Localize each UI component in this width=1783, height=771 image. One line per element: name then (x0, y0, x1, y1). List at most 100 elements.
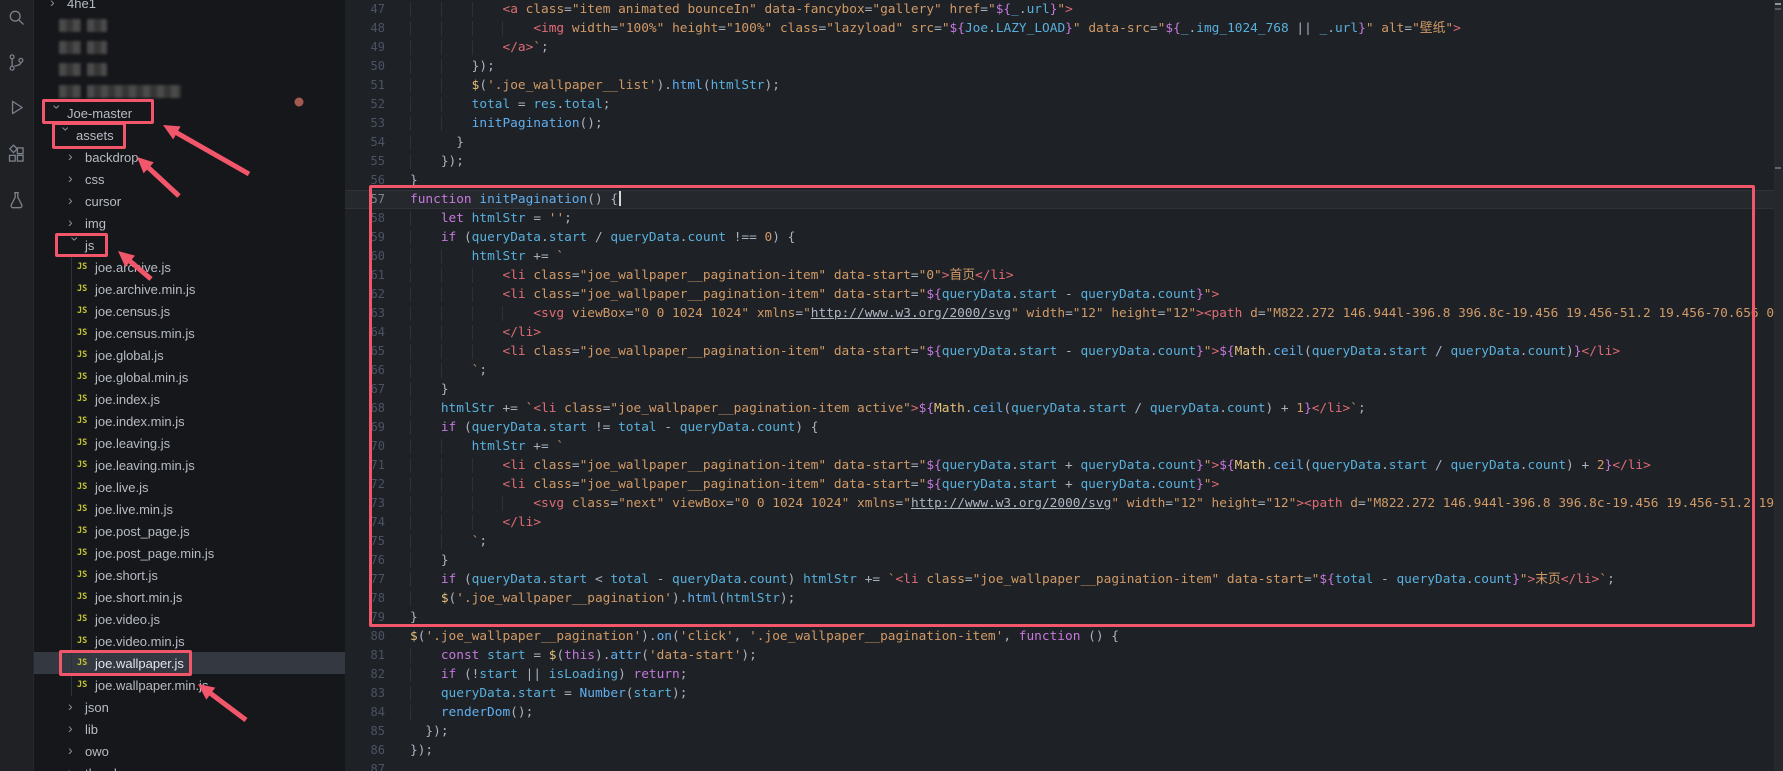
tree-item-css[interactable]: ›css (33, 168, 345, 190)
run-and-debug-icon[interactable] (0, 92, 33, 122)
code-line-73[interactable]: 73 <svg class="next" viewBox="0 0 1024 1… (345, 494, 1774, 513)
code-line-54[interactable]: 54 } (345, 133, 1774, 152)
code-text: queryData.start = Number(start); (385, 684, 687, 703)
tree-item-joe-live-js[interactable]: JSjoe.live.js (33, 476, 345, 498)
code-line-71[interactable]: 71 <li class="joe_wallpaper__pagination-… (345, 456, 1774, 475)
tree-item-lib[interactable]: ›lib (33, 718, 345, 740)
tree-item-joe-index-min-js[interactable]: JSjoe.index.min.js (33, 410, 345, 432)
tree-item-censored[interactable] (33, 80, 345, 102)
source-control-icon[interactable] (0, 47, 33, 77)
code-line-81[interactable]: 81 const start = $(this).attr('data-star… (345, 646, 1774, 665)
tree-item-joe-leaving-min-js[interactable]: JSjoe.leaving.min.js (33, 454, 345, 476)
tree-item-js[interactable]: ›js (33, 234, 345, 256)
code-text: <svg class="next" viewBox="0 0 1024 1024… (385, 494, 1774, 513)
tree-item-joe-archive-min-js[interactable]: JSjoe.archive.min.js (33, 278, 345, 300)
search-icon[interactable] (0, 2, 33, 32)
tree-item-joe-index-js[interactable]: JSjoe.index.js (33, 388, 345, 410)
tree-item-joe-archive-js[interactable]: JSjoe.archive.js (33, 256, 345, 278)
tree-item-joe-video-js[interactable]: JSjoe.video.js (33, 608, 345, 630)
code-line-60[interactable]: 60 htmlStr += ` (345, 247, 1774, 266)
code-line-74[interactable]: 74 </li> (345, 513, 1774, 532)
code-line-63[interactable]: 63 <svg viewBox="0 0 1024 1024" xmlns="h… (345, 304, 1774, 323)
tree-item-img[interactable]: ›img (33, 212, 345, 234)
minimap-mark (1775, 3, 1781, 5)
code-line-76[interactable]: 76 } (345, 551, 1774, 570)
editor-scrollbar[interactable] (1774, 0, 1783, 771)
code-line-59[interactable]: 59 if (queryData.start / queryData.count… (345, 228, 1774, 247)
tree-item-joe-leaving-js[interactable]: JSjoe.leaving.js (33, 432, 345, 454)
tree-item-joe-short-js[interactable]: JSjoe.short.js (33, 564, 345, 586)
text-cursor (619, 191, 621, 206)
line-number: 47 (345, 0, 385, 19)
tree-item-joe-global-min-js[interactable]: JSjoe.global.min.js (33, 366, 345, 388)
code-line-66[interactable]: 66 `; (345, 361, 1774, 380)
code-line-77[interactable]: 77 if (queryData.start < total - queryDa… (345, 570, 1774, 589)
tree-item-backdrop[interactable]: ›backdrop (33, 146, 345, 168)
code-text: } (385, 171, 418, 190)
extensions-icon[interactable] (0, 139, 33, 169)
code-line-67[interactable]: 67 } (345, 380, 1774, 399)
tree-item-label: lib (83, 722, 98, 737)
tree-item-json[interactable]: ›json (33, 696, 345, 718)
code-line-84[interactable]: 84 renderDom(); (345, 703, 1774, 722)
tree-item-owo[interactable]: ›owo (33, 740, 345, 762)
code-line-68[interactable]: 68 htmlStr += `<li class="joe_wallpaper_… (345, 399, 1774, 418)
tree-item-censored[interactable] (33, 58, 345, 80)
code-line-78[interactable]: 78 $('.joe_wallpaper__pagination').html(… (345, 589, 1774, 608)
code-line-65[interactable]: 65 <li class="joe_wallpaper__pagination-… (345, 342, 1774, 361)
code-line-52[interactable]: 52 total = res.total; (345, 95, 1774, 114)
javascript-file-icon: JS (77, 482, 93, 492)
explorer-sidebar[interactable]: ›4he1 ›Joe-master›assets›backdrop›css›cur… (33, 0, 345, 771)
tree-item-assets[interactable]: ›assets (33, 124, 345, 146)
tree-item-joe-live-min-js[interactable]: JSjoe.live.min.js (33, 498, 345, 520)
tree-item-joe-census-min-js[interactable]: JSjoe.census.min.js (33, 322, 345, 344)
vscode-window: ›4he1 ›Joe-master›assets›backdrop›css›cur… (0, 0, 1783, 771)
code-line-50[interactable]: 50 }); (345, 57, 1774, 76)
line-number: 71 (345, 456, 385, 475)
tree-item-thumb[interactable]: ›thumb (33, 762, 345, 771)
code-line-61[interactable]: 61 <li class="joe_wallpaper__pagination-… (345, 266, 1774, 285)
code-line-53[interactable]: 53 initPagination(); (345, 114, 1774, 133)
tree-item-Joe-master[interactable]: ›Joe-master (33, 102, 345, 124)
javascript-file-icon: JS (77, 262, 93, 272)
code-line-49[interactable]: 49 </a>`; (345, 38, 1774, 57)
code-line-75[interactable]: 75 `; (345, 532, 1774, 551)
tree-item-label: joe.index.js (93, 392, 160, 407)
code-line-56[interactable]: 56} (345, 171, 1774, 190)
tree-item-joe-short-min-js[interactable]: JSjoe.short.min.js (33, 586, 345, 608)
code-line-72[interactable]: 72 <li class="joe_wallpaper__pagination-… (345, 475, 1774, 494)
tree-item-censored[interactable] (33, 14, 345, 36)
search-icon (6, 7, 27, 28)
tree-item-joe-video-min-js[interactable]: JSjoe.video.min.js (33, 630, 345, 652)
tree-item-label: joe.leaving.min.js (93, 458, 195, 473)
tree-item-joe-post_page-js[interactable]: JSjoe.post_page.js (33, 520, 345, 542)
code-editor[interactable]: 47 <a class="item animated bounceIn" dat… (345, 0, 1774, 771)
code-line-82[interactable]: 82 if (!start || isLoading) return; (345, 665, 1774, 684)
code-line-70[interactable]: 70 htmlStr += ` (345, 437, 1774, 456)
code-line-79[interactable]: 79} (345, 608, 1774, 627)
code-line-80[interactable]: 80$('.joe_wallpaper__pagination').on('cl… (345, 627, 1774, 646)
code-line-69[interactable]: 69 if (queryData.start != total - queryD… (345, 418, 1774, 437)
code-line-57[interactable]: 57function initPagination() { (345, 190, 1774, 209)
code-line-55[interactable]: 55 }); (345, 152, 1774, 171)
tree-item-joe-wallpaper-js[interactable]: JSjoe.wallpaper.js (33, 652, 345, 674)
code-line-86[interactable]: 86}); (345, 741, 1774, 760)
code-line-58[interactable]: 58 let htmlStr = ''; (345, 209, 1774, 228)
tree-item-joe-census-js[interactable]: JSjoe.census.js (33, 300, 345, 322)
tree-item-censored[interactable] (33, 36, 345, 58)
code-line-85[interactable]: 85 }); (345, 722, 1774, 741)
code-line-87[interactable]: 87 (345, 760, 1774, 771)
tree-item-4he1[interactable]: ›4he1 (33, 0, 345, 14)
code-line-62[interactable]: 62 <li class="joe_wallpaper__pagination-… (345, 285, 1774, 304)
testing-icon[interactable] (0, 185, 33, 215)
tree-item-joe-wallpaper-min-js[interactable]: JSjoe.wallpaper.min.js (33, 674, 345, 696)
code-line-47[interactable]: 47 <a class="item animated bounceIn" dat… (345, 0, 1774, 19)
code-text: $('.joe_wallpaper__pagination').html(htm… (385, 589, 795, 608)
tree-item-joe-global-js[interactable]: JSjoe.global.js (33, 344, 345, 366)
code-line-51[interactable]: 51 $('.joe_wallpaper__list').html(htmlSt… (345, 76, 1774, 95)
tree-item-cursor[interactable]: ›cursor (33, 190, 345, 212)
code-line-48[interactable]: 48 <img width="100%" height="100%" class… (345, 19, 1774, 38)
tree-item-joe-post_page-min-js[interactable]: JSjoe.post_page.min.js (33, 542, 345, 564)
code-line-64[interactable]: 64 </li> (345, 323, 1774, 342)
code-line-83[interactable]: 83 queryData.start = Number(start); (345, 684, 1774, 703)
